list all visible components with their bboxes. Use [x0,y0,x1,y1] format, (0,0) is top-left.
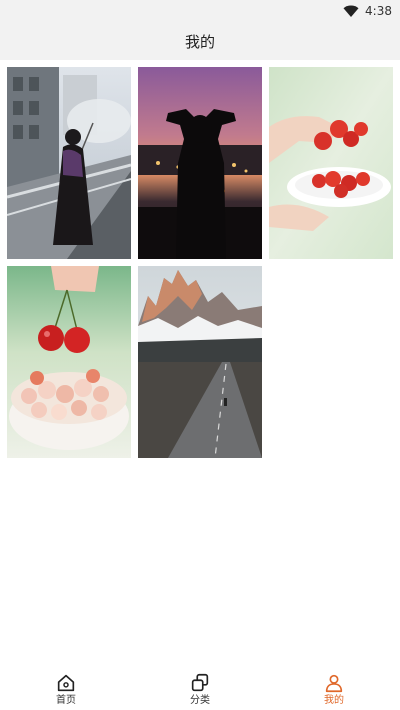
photo-sunset-silhouette[interactable] [138,67,262,259]
bottom-tab-bar: 首页 分类 我的 [0,664,400,710]
photo-cherries-bowl[interactable] [7,266,131,458]
page-title: 我的 [184,32,215,51]
tab-home[interactable]: 首页 [36,672,96,708]
photo-woman-umbrella[interactable] [7,67,131,259]
category-icon [191,673,209,692]
tab-mine-label: 我的 [324,695,344,706]
tab-mine[interactable]: 我的 [304,672,364,708]
photo-hands-tomatoes[interactable] [269,67,393,259]
status-time: 4:38 [365,4,392,18]
tab-category-label: 分类 [190,695,210,706]
status-icons: 4:38 [343,3,392,19]
app-bar: 我的 [0,22,400,60]
tab-category[interactable]: 分类 [170,672,230,708]
photo-mountain-road[interactable] [138,266,262,458]
wifi-icon [343,5,359,17]
status-bar: 4:38 [0,0,400,22]
home-icon [57,674,75,692]
tab-home-label: 首页 [56,695,76,706]
user-icon [325,674,343,693]
